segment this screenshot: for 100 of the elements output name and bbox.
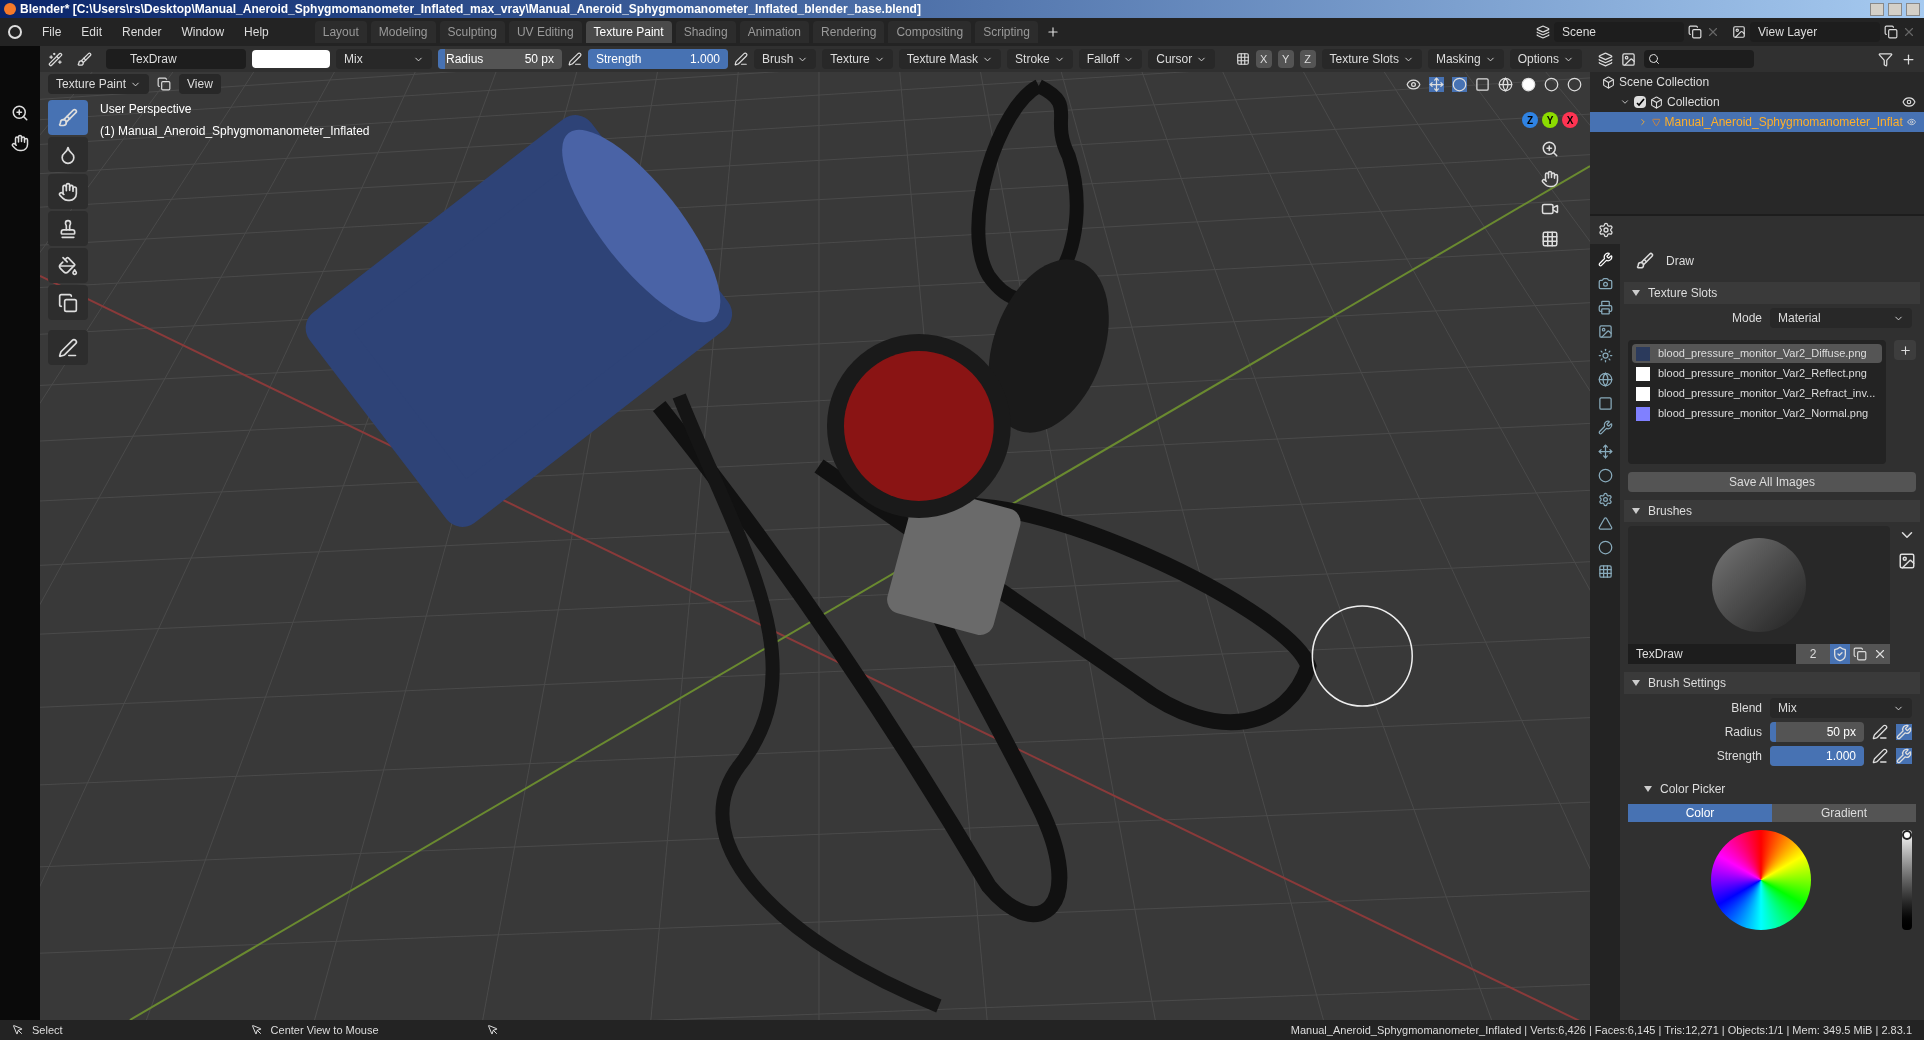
pressure-icon[interactable] (568, 52, 582, 66)
panel-header[interactable]: Brush Settings (1624, 672, 1920, 694)
axis-toggle[interactable]: Y (1277, 50, 1294, 68)
field-label: Mode (1730, 310, 1762, 327)
new-collection-icon[interactable] (1901, 51, 1916, 67)
menu-item[interactable]: Edit (73, 23, 111, 41)
panel-header[interactable]: Color Picker (1624, 778, 1920, 800)
texture-slot-item[interactable]: blood_pressure_monitor_Var2_Normal.png (1632, 404, 1882, 423)
workspace-tab[interactable]: Scripting (975, 21, 1038, 43)
header-menu[interactable]: Brush (754, 49, 817, 69)
outliner-item[interactable]: Scene Collection (1590, 72, 1924, 92)
checkbox[interactable] (1634, 96, 1646, 108)
viewport-info-text: User Perspective (100, 101, 193, 118)
view-menu[interactable]: View (179, 74, 221, 94)
slider-field[interactable]: 1.000 (1770, 746, 1864, 766)
workspace-tab[interactable]: Sculpting (439, 21, 505, 43)
slider-field[interactable]: 50 px (1770, 722, 1864, 742)
pressure-icon[interactable] (1872, 724, 1888, 740)
pan-icon[interactable] (1541, 170, 1559, 188)
visibility-icon[interactable] (1406, 76, 1421, 92)
duplicate-icon[interactable] (1850, 644, 1870, 664)
new-view-layer-icon[interactable] (1884, 25, 1898, 39)
axis-gizmo-handle[interactable]: X (1562, 112, 1578, 128)
mask-tool-button[interactable] (48, 285, 88, 320)
mode-dropdown[interactable]: Material (1770, 308, 1912, 328)
collapse-arrow-icon (1632, 679, 1640, 687)
workspace-tab[interactable]: Shading (675, 21, 736, 43)
slider-field[interactable]: Radius 50 px (438, 49, 562, 69)
axis-toggle[interactable]: Z (1299, 50, 1316, 68)
solid-shading-icon[interactable] (1521, 76, 1536, 92)
filter-icon[interactable] (1878, 51, 1893, 67)
new-scene-icon[interactable] (1688, 25, 1702, 39)
soften-tool-button[interactable] (48, 137, 88, 172)
fill-tool-button[interactable] (48, 248, 88, 283)
workspace-tab[interactable]: Rendering (813, 21, 885, 43)
brush-icon (1636, 252, 1654, 270)
menu-item[interactable]: Render (114, 23, 170, 41)
axis-toggle[interactable]: X (1255, 50, 1272, 68)
workspace-tab[interactable]: Texture Paint (585, 21, 672, 43)
annotate-icon (58, 337, 78, 358)
axis-gizmo-handle[interactable]: Z (1522, 112, 1538, 128)
workspace-tab[interactable]: Layout (314, 21, 367, 43)
header-menu[interactable]: Texture Mask (898, 49, 1002, 69)
clone-tool-button[interactable] (48, 211, 88, 246)
grid-icon[interactable] (1541, 230, 1559, 248)
field-label: Blend (1730, 700, 1762, 717)
brush-name-field[interactable]: TexDraw (1628, 644, 1796, 664)
outliner-item[interactable]: Collection (1590, 92, 1924, 112)
pressure-icon[interactable] (734, 52, 748, 66)
workspace-tab[interactable]: Animation (739, 21, 810, 43)
texture-slot-item[interactable]: blood_pressure_monitor_Var2_Reflect.png (1632, 364, 1882, 383)
window-title: Blender* [C:\Users\rs\Desktop\Manual_Aneroid_Sphygmomanometer_Inflated_max_vray\Manual_Aneroid_Sphygmomanometer_Inflated_blender_base.blend] (20, 1, 921, 18)
mode-dropdown[interactable]: Texture Paint (48, 74, 150, 94)
draw-tool-button[interactable] (48, 100, 88, 135)
workspace-tab[interactable]: Compositing (888, 21, 972, 43)
value-slider-thumb[interactable] (1902, 830, 1912, 840)
header-menu[interactable]: Masking (1427, 49, 1504, 69)
brush-icon[interactable] (77, 51, 92, 67)
workspace-tab[interactable]: Modeling (370, 21, 436, 43)
header-menu[interactable]: Stroke (1007, 49, 1073, 69)
field-label: Strength (1715, 748, 1762, 765)
menu-item[interactable]: Help (236, 23, 277, 41)
workspace-tab[interactable]: UV Editing (508, 21, 582, 43)
viewport-info-text: (1) Manual_Aneroid_Sphygmomanometer_Inflated (100, 123, 370, 140)
header-menu[interactable]: Texture (822, 49, 893, 69)
menu-item[interactable]: Window (173, 23, 233, 41)
collapse-arrow-icon (1632, 507, 1640, 515)
visibility-icon[interactable] (1902, 95, 1916, 109)
blend-dropdown[interactable]: Mix (1770, 698, 1912, 718)
header-menu[interactable]: Options (1509, 49, 1582, 69)
field-label: Radius (1723, 724, 1762, 741)
menu-item[interactable]: File (34, 23, 70, 41)
smear-tool-button[interactable] (48, 174, 88, 209)
search-field[interactable] (1644, 50, 1754, 68)
add-slot-button[interactable] (1894, 340, 1916, 360)
pressure-icon[interactable] (1872, 748, 1888, 764)
zoom-icon[interactable] (11, 104, 29, 122)
slider-field[interactable]: Strength 1.000 (588, 49, 728, 69)
color-mode-tab[interactable]: Gradient (1772, 804, 1916, 822)
save-all-images-button[interactable]: Save All Images (1628, 472, 1916, 492)
brush-name-field[interactable]: TexDraw (106, 49, 246, 69)
hand-icon[interactable] (11, 134, 29, 152)
color-mode-tab[interactable]: Color (1628, 804, 1772, 822)
annotate-tool-button[interactable] (48, 330, 88, 365)
unlink-icon[interactable] (1870, 644, 1890, 664)
header-menu[interactable]: Texture Slots (1321, 49, 1422, 69)
color-swatch[interactable] (252, 50, 330, 68)
panel-header[interactable]: Brushes (1624, 500, 1920, 522)
blend-dropdown[interactable]: Mix (336, 49, 432, 69)
texture-slot-item[interactable]: blood_pressure_monitor_Var2_Refract_inv... (1632, 384, 1882, 403)
view-layer-field[interactable]: View Layer (1750, 22, 1880, 42)
header-menu[interactable]: Cursor (1148, 49, 1216, 69)
scene-field[interactable]: Scene (1554, 22, 1684, 42)
axis-gizmo-handle[interactable]: Y (1542, 112, 1558, 128)
collapse-arrow-icon (1644, 785, 1652, 793)
zoom-icon[interactable] (1541, 140, 1559, 158)
header-menu[interactable]: Falloff (1078, 49, 1143, 69)
panel-header[interactable]: Texture Slots (1624, 282, 1920, 304)
texture-slot-item[interactable]: blood_pressure_monitor_Var2_Diffuse.png (1632, 344, 1882, 363)
add-workspace-icon[interactable] (1045, 25, 1060, 39)
